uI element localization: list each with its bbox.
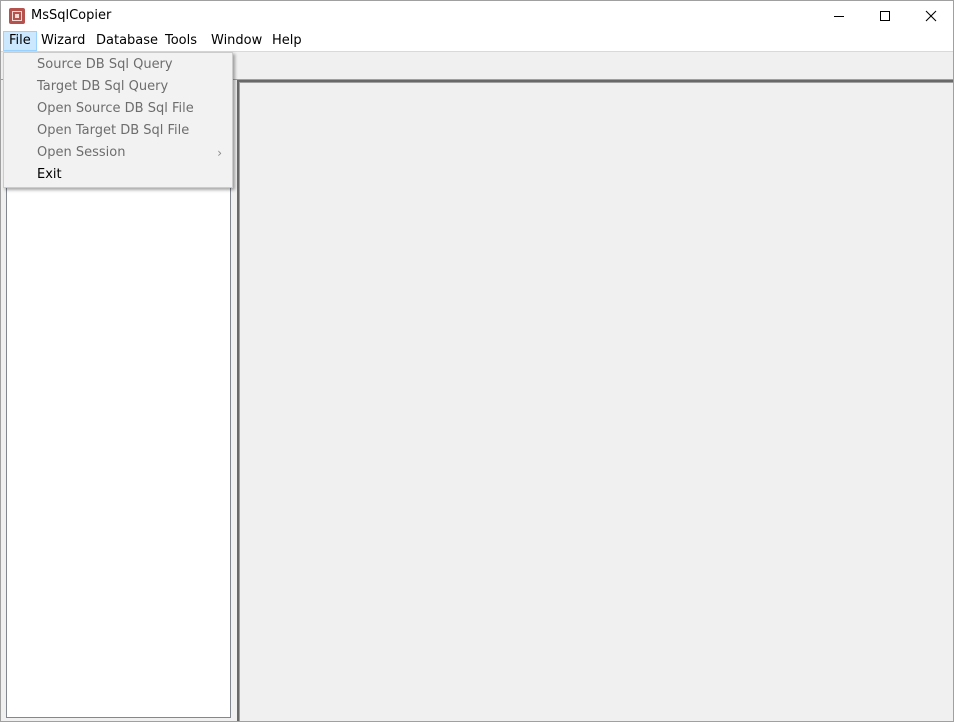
menu-item-label: Source DB Sql Query	[37, 57, 173, 72]
app-window: MsSqlCopier File Wizard Database Tools W…	[0, 0, 954, 722]
mdi-client-area[interactable]	[237, 80, 953, 721]
menu-item-target-db-sql-query[interactable]: Target DB Sql Query	[4, 76, 232, 98]
maximize-button[interactable]	[862, 1, 908, 31]
menu-item-label: Exit	[37, 167, 62, 182]
menu-item-label: Target DB Sql Query	[37, 79, 169, 94]
menu-item-label: Open Source DB Sql File	[37, 101, 194, 116]
menu-item-exit[interactable]: Exit	[4, 164, 232, 186]
menu-file[interactable]: File	[3, 31, 37, 51]
menu-item-open-target-db-sql-file[interactable]: Open Target DB Sql File	[4, 120, 232, 142]
menu-window[interactable]: Window	[205, 31, 268, 51]
file-menu-dropdown: Source DB Sql Query Target DB Sql Query …	[3, 52, 233, 188]
close-icon	[925, 10, 937, 22]
menu-item-open-source-db-sql-file[interactable]: Open Source DB Sql File	[4, 98, 232, 120]
title-bar[interactable]: MsSqlCopier	[1, 1, 953, 31]
menu-wizard[interactable]: Wizard	[35, 31, 91, 51]
window-title: MsSqlCopier	[31, 8, 112, 23]
menu-item-source-db-sql-query[interactable]: Source DB Sql Query	[4, 54, 232, 76]
minimize-button[interactable]	[816, 1, 862, 31]
menu-item-open-session[interactable]: Open Session ›	[4, 142, 232, 164]
menu-bar: File Wizard Database Tools Window Help	[1, 31, 953, 51]
app-logo-icon[interactable]	[9, 8, 25, 24]
maximize-icon	[880, 11, 890, 21]
menu-item-label: Open Session	[37, 145, 126, 160]
menu-help[interactable]: Help	[266, 31, 308, 51]
minimize-icon	[834, 16, 844, 17]
menu-tools[interactable]: Tools	[159, 31, 203, 51]
submenu-arrow-icon: ›	[217, 146, 222, 160]
menu-database[interactable]: Database	[90, 31, 164, 51]
menu-item-label: Open Target DB Sql File	[37, 123, 190, 138]
close-button[interactable]	[908, 1, 953, 31]
